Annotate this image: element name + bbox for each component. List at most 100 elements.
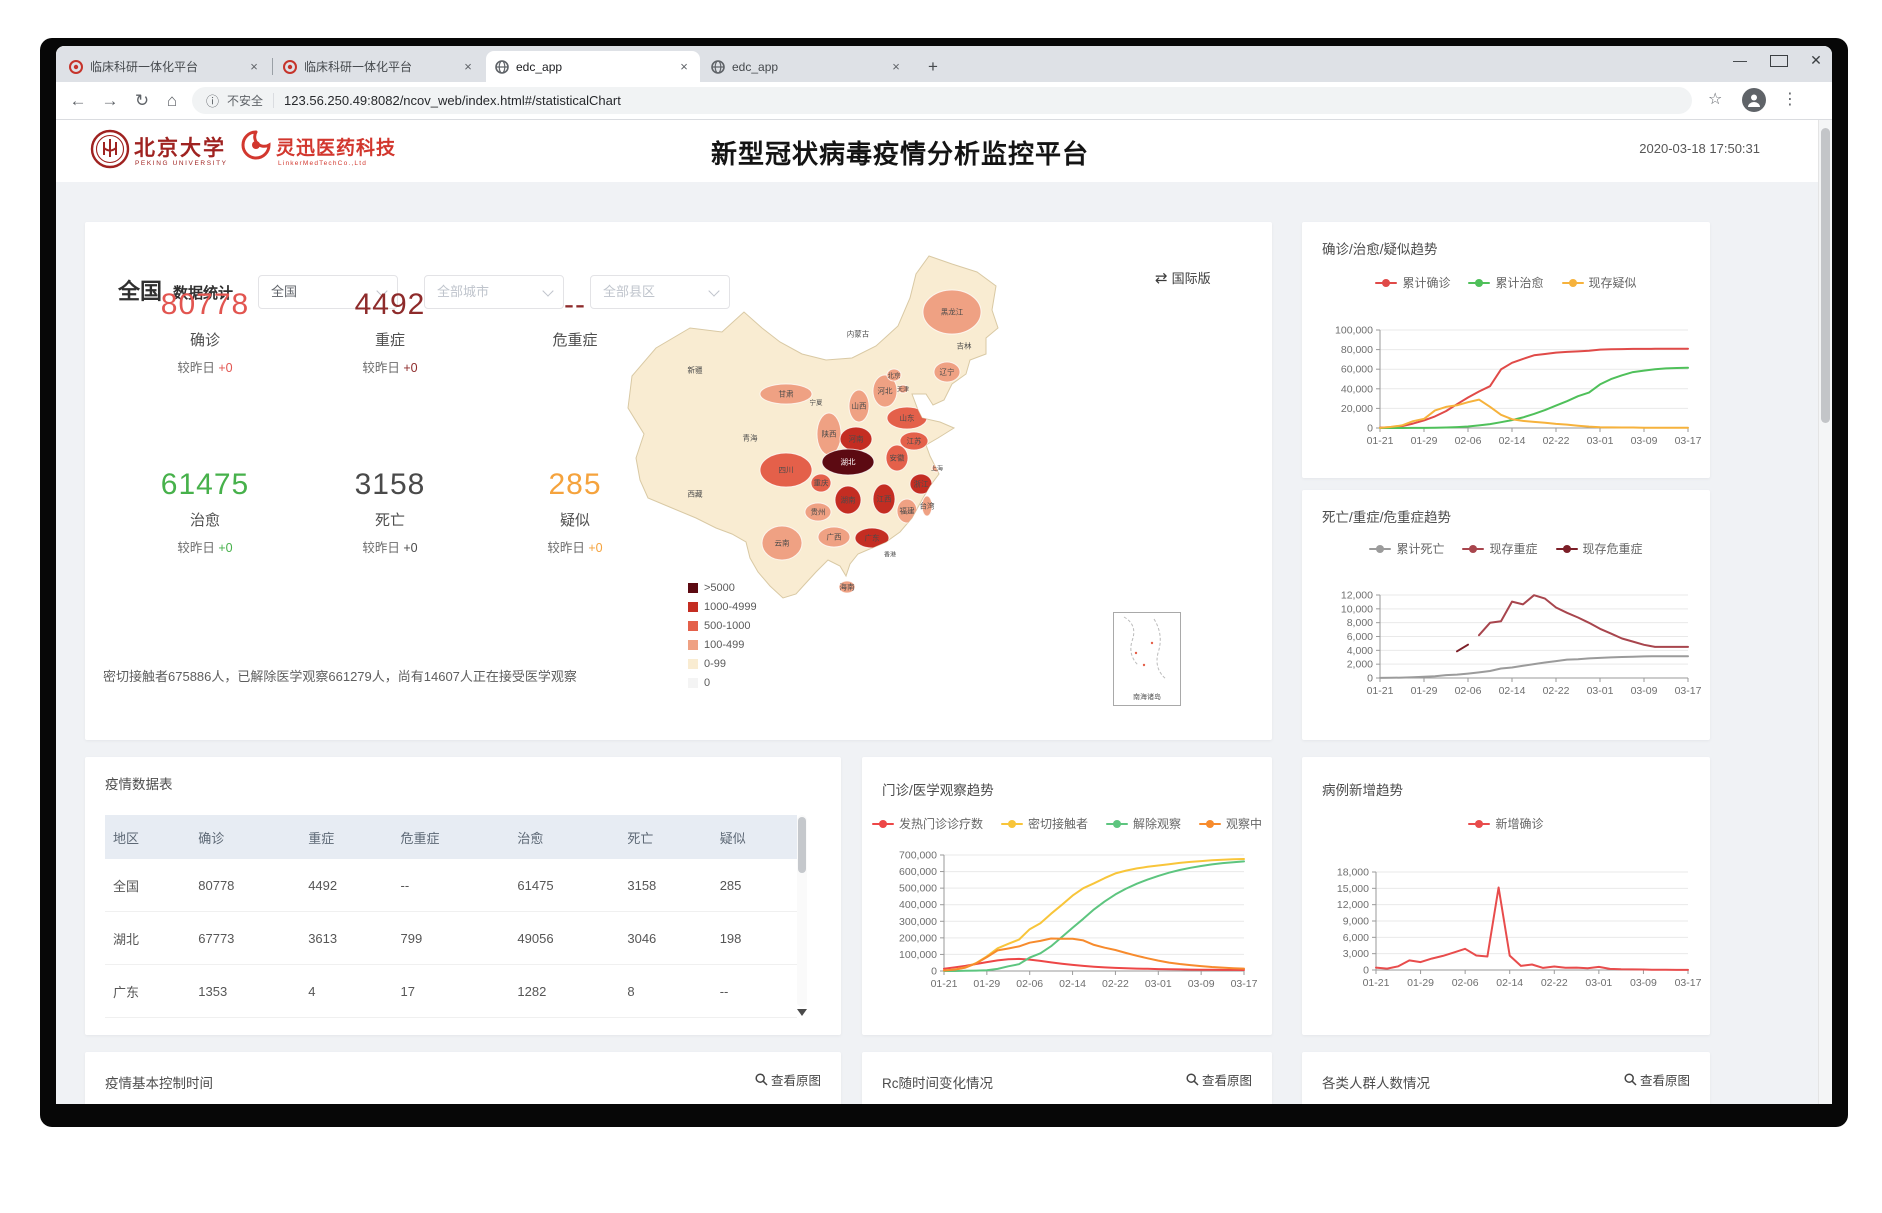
view-original-link[interactable]: 查看原图 bbox=[1624, 1070, 1690, 1089]
address-bar[interactable]: ⓘ 不安全 123.56.250.49:8082/ncov_web/index.… bbox=[192, 87, 1692, 114]
table-cell: 80778 bbox=[190, 859, 300, 912]
tab-close-icon[interactable]: × bbox=[246, 59, 262, 74]
svg-text:40,000: 40,000 bbox=[1341, 383, 1373, 395]
table-cell: 17 bbox=[393, 965, 510, 1018]
contact-note: 密切接触者675886人，已解除医学观察661279人，尚有14607人正在接受… bbox=[103, 666, 577, 685]
maximize-icon[interactable] bbox=[1770, 52, 1786, 70]
magnifier-icon bbox=[1186, 1073, 1199, 1086]
svg-text:01-29: 01-29 bbox=[1411, 685, 1438, 697]
svg-text:01-29: 01-29 bbox=[973, 978, 1000, 990]
legend-swatch bbox=[688, 621, 698, 631]
table-cell: 61475 bbox=[509, 859, 619, 912]
province-label: 青海 bbox=[743, 433, 758, 443]
magnifier-icon bbox=[1624, 1073, 1637, 1086]
table-column-header: 重症 bbox=[300, 815, 392, 859]
minimize-icon[interactable]: — bbox=[1732, 52, 1748, 70]
scrollbar-thumb[interactable] bbox=[1821, 128, 1830, 423]
table-cell: 广东 bbox=[105, 965, 190, 1018]
forward-icon[interactable]: → bbox=[98, 89, 122, 113]
svg-text:01-21: 01-21 bbox=[931, 978, 958, 990]
line-chart: 0100,000200,000300,000400,000500,000600,… bbox=[862, 757, 1272, 1035]
view-original-link[interactable]: 查看原图 bbox=[755, 1070, 821, 1089]
svg-text:02-22: 02-22 bbox=[1543, 685, 1570, 697]
panel-control-time: 疫情基本控制时间 查看原图 bbox=[85, 1052, 841, 1104]
svg-text:600,000: 600,000 bbox=[899, 866, 937, 878]
svg-text:03-17: 03-17 bbox=[1675, 977, 1702, 989]
china-map[interactable]: 新疆西藏青海内蒙古甘肃宁夏陕西山西河北北京天津山东河南江苏安徽上海浙江湖北重庆四… bbox=[600, 242, 1020, 652]
panel-national-overview: 全国 数据统计 全国 全部城市 全部县区 ⇄国际版 80778 确诊 较昨日 +… bbox=[85, 222, 1272, 740]
table-column-header: 死亡 bbox=[619, 815, 711, 859]
svg-text:400,000: 400,000 bbox=[899, 899, 937, 911]
tab-title: 临床科研一体化平台 bbox=[90, 58, 240, 75]
table-column-header: 地区 bbox=[105, 815, 190, 859]
home-icon[interactable]: ⌂ bbox=[160, 89, 184, 113]
svg-text:700,000: 700,000 bbox=[899, 850, 937, 862]
menu-dots-icon[interactable]: ⋮ bbox=[1782, 89, 1798, 109]
pku-name: 北京大学 bbox=[134, 132, 226, 162]
browser-tab-2[interactable]: 临床科研一体化平台 × bbox=[274, 51, 484, 82]
divider bbox=[273, 93, 274, 108]
svg-text:02-06: 02-06 bbox=[1455, 435, 1482, 447]
profile-avatar[interactable] bbox=[1742, 88, 1766, 112]
province-label: 山西 bbox=[852, 401, 867, 411]
svg-text:3,000: 3,000 bbox=[1343, 948, 1369, 960]
table-scrollbar[interactable] bbox=[797, 815, 807, 1007]
province-label: 江苏 bbox=[907, 436, 922, 446]
svg-text:02-06: 02-06 bbox=[1455, 685, 1482, 697]
line-chart: 02,0004,0006,0008,00010,00012,00001-2101… bbox=[1302, 490, 1710, 740]
close-icon[interactable]: ✕ bbox=[1808, 52, 1824, 70]
table-header-row: 地区确诊重症危重症治愈死亡疑似 bbox=[105, 815, 797, 859]
province-label: 香港 bbox=[884, 551, 896, 559]
province-label: 陕西 bbox=[822, 429, 837, 439]
svg-text:03-09: 03-09 bbox=[1631, 685, 1658, 697]
reload-icon[interactable]: ↻ bbox=[130, 89, 154, 113]
panel-trend-new-cases: 病例新增趋势 新增确诊 03,0006,0009,00012,00015,000… bbox=[1302, 757, 1710, 1035]
province-label: 河南 bbox=[849, 434, 864, 444]
bookmark-star-icon[interactable]: ☆ bbox=[1708, 89, 1722, 109]
scroll-down-icon[interactable] bbox=[797, 1009, 807, 1016]
table-cell: 3613 bbox=[300, 912, 392, 965]
browser-tab-4[interactable]: edc_app × bbox=[702, 51, 912, 82]
international-toggle[interactable]: ⇄国际版 bbox=[1155, 268, 1211, 287]
svg-text:0: 0 bbox=[1363, 965, 1369, 977]
svg-text:80,000: 80,000 bbox=[1341, 344, 1373, 356]
table-column-header: 危重症 bbox=[393, 815, 510, 859]
svg-text:12,000: 12,000 bbox=[1341, 590, 1373, 602]
globe-favicon bbox=[494, 59, 510, 75]
province-label: 海南 bbox=[840, 582, 855, 592]
tab-close-icon[interactable]: × bbox=[888, 59, 904, 74]
back-icon[interactable]: ← bbox=[66, 89, 90, 113]
series-line bbox=[1380, 656, 1688, 678]
browser-tab-3-active[interactable]: edc_app × bbox=[486, 51, 700, 82]
svg-text:03-17: 03-17 bbox=[1675, 435, 1702, 447]
tab-separator bbox=[272, 58, 273, 75]
tab-close-icon[interactable]: × bbox=[460, 59, 476, 74]
province-label: 湖北 bbox=[841, 458, 856, 467]
legend-swatch bbox=[688, 602, 698, 612]
table-column-header: 疑似 bbox=[712, 815, 797, 859]
svg-text:01-21: 01-21 bbox=[1367, 435, 1394, 447]
table-cell: 198 bbox=[712, 912, 797, 965]
svg-text:6,000: 6,000 bbox=[1347, 631, 1373, 643]
svg-text:60,000: 60,000 bbox=[1341, 364, 1373, 376]
table-cell: 4 bbox=[300, 965, 392, 1018]
svg-text:8,000: 8,000 bbox=[1347, 617, 1373, 629]
province-label: 北京 bbox=[888, 371, 902, 380]
series-line bbox=[1479, 595, 1688, 647]
province-label: 辽宁 bbox=[940, 367, 955, 377]
province-label: 福建 bbox=[900, 506, 915, 516]
browser-window: 临床科研一体化平台 × 临床科研一体化平台 × edc_app × edc_ap… bbox=[56, 46, 1832, 1104]
info-icon[interactable]: ⓘ bbox=[206, 91, 219, 110]
province-label: 江西 bbox=[877, 495, 892, 504]
tab-close-icon[interactable]: × bbox=[676, 59, 692, 74]
province-label: 浙江 bbox=[914, 479, 929, 489]
browser-tab-1[interactable]: 临床科研一体化平台 × bbox=[60, 51, 270, 82]
page-scrollbar[interactable] bbox=[1818, 120, 1832, 1104]
svg-text:01-21: 01-21 bbox=[1363, 977, 1390, 989]
site-favicon bbox=[68, 59, 84, 75]
tab-strip: 临床科研一体化平台 × 临床科研一体化平台 × edc_app × edc_ap… bbox=[56, 46, 1832, 82]
view-original-link[interactable]: 查看原图 bbox=[1186, 1070, 1252, 1089]
svg-text:01-21: 01-21 bbox=[1367, 685, 1394, 697]
svg-text:02-22: 02-22 bbox=[1102, 978, 1129, 990]
new-tab-button[interactable]: + bbox=[918, 51, 948, 82]
